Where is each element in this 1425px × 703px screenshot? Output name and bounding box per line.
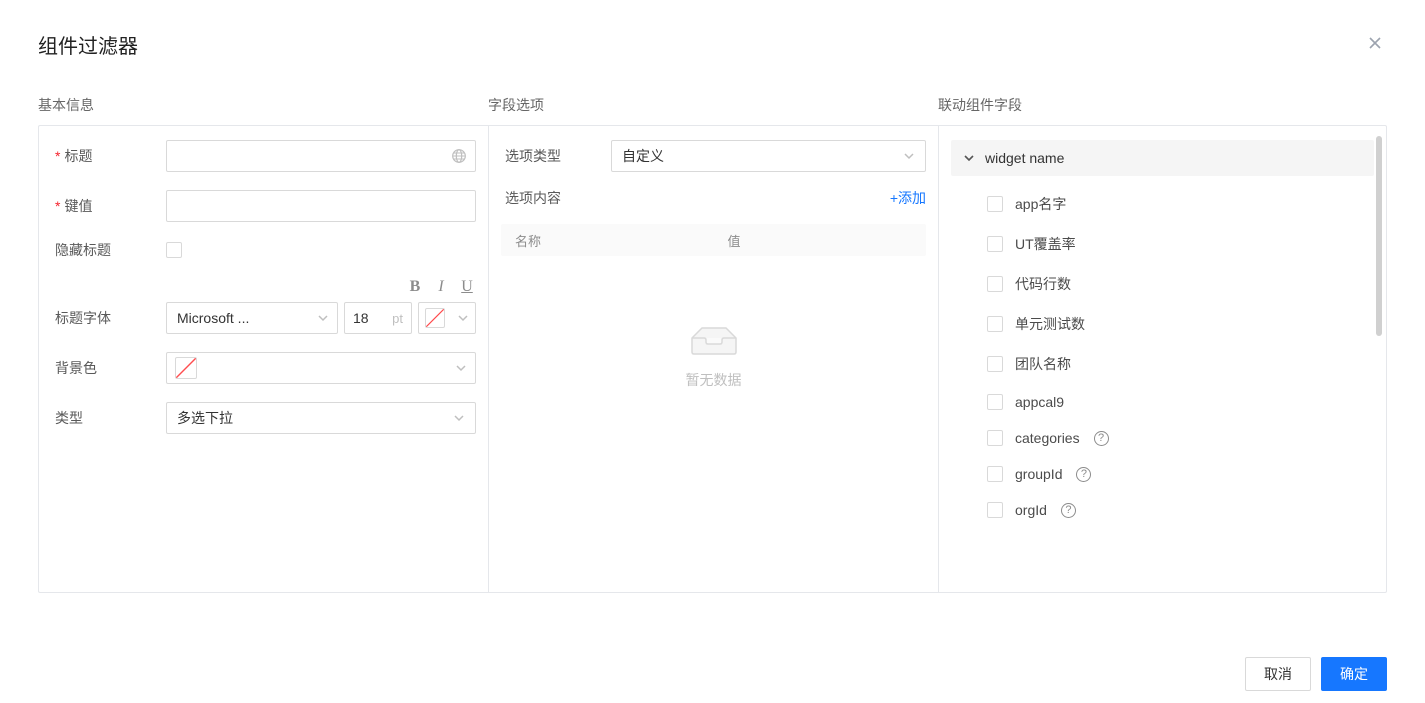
field-label: orgId (1015, 502, 1047, 518)
chevron-down-icon (455, 362, 467, 374)
panel-options: 选项类型 自定义 选项内容 +添加 名称 值 (488, 125, 938, 593)
field-checkbox[interactable] (987, 394, 1003, 410)
chevron-down-icon (457, 312, 469, 324)
key-input[interactable] (166, 190, 476, 222)
font-color-picker[interactable] (418, 302, 476, 334)
linked-group-name: widget name (985, 150, 1064, 166)
field-checkbox[interactable] (987, 236, 1003, 252)
section-basic-title: 基本信息 (38, 95, 488, 115)
field-label: app名字 (1015, 194, 1066, 214)
option-type-select[interactable]: 自定义 (611, 140, 926, 172)
help-icon[interactable]: ? (1076, 467, 1091, 482)
label-hide-title: 隐藏标题 (51, 240, 166, 260)
font-size-input[interactable]: 18 pt (344, 302, 412, 334)
options-empty: 暂无数据 (501, 316, 926, 390)
field-label: categories (1015, 430, 1080, 446)
field-label: groupId (1015, 466, 1062, 482)
linked-field-item[interactable]: 单元测试数 (951, 304, 1374, 344)
italic-button[interactable]: I (432, 278, 450, 296)
linked-field-item[interactable]: groupId? (951, 456, 1374, 492)
field-label: 单元测试数 (1015, 314, 1085, 334)
chevron-down-icon (903, 150, 915, 162)
font-family-select[interactable]: Microsoft ... (166, 302, 338, 334)
label-key: *键值 (51, 196, 166, 216)
linked-field-item[interactable]: 团队名称 (951, 344, 1374, 384)
bold-button[interactable]: B (406, 278, 424, 296)
ok-button[interactable]: 确定 (1321, 657, 1387, 691)
empty-icon (682, 316, 746, 356)
cancel-button[interactable]: 取消 (1245, 657, 1311, 691)
swatch-none-icon (425, 308, 445, 328)
swatch-none-icon (175, 357, 197, 379)
field-label: appcal9 (1015, 394, 1064, 410)
label-option-content: 选项内容 (501, 188, 611, 208)
hide-title-checkbox[interactable] (166, 242, 182, 258)
field-checkbox[interactable] (987, 196, 1003, 212)
help-icon[interactable]: ? (1061, 503, 1076, 518)
panel-basic: *标题 *键值 隐藏标题 (38, 125, 488, 593)
add-option-button[interactable]: +添加 (890, 190, 926, 206)
linked-group-header[interactable]: widget name (951, 140, 1374, 176)
field-label: 团队名称 (1015, 354, 1071, 374)
close-icon[interactable] (1363, 35, 1387, 55)
type-select[interactable]: 多选下拉 (166, 402, 476, 434)
linked-field-item[interactable]: categories? (951, 420, 1374, 456)
bg-color-picker[interactable] (166, 352, 476, 384)
modal-title: 组件过滤器 (38, 30, 138, 59)
linked-field-item[interactable]: app名字 (951, 184, 1374, 224)
col-name: 名称 (501, 231, 714, 250)
chevron-down-icon (317, 312, 329, 324)
label-title: *标题 (51, 146, 166, 166)
options-table-header: 名称 值 (501, 224, 926, 256)
linked-field-item[interactable]: appcal9 (951, 384, 1374, 420)
modal-footer: 取消 确定 (0, 629, 1425, 703)
panels: *标题 *键值 隐藏标题 (0, 125, 1425, 629)
linked-field-item[interactable]: UT覆盖率 (951, 224, 1374, 264)
section-linked-title: 联动组件字段 (938, 95, 1387, 115)
section-options-title: 字段选项 (488, 95, 938, 115)
section-headers: 基本信息 字段选项 联动组件字段 (0, 71, 1425, 125)
field-checkbox[interactable] (987, 356, 1003, 372)
globe-icon[interactable] (451, 148, 467, 164)
label-option-type: 选项类型 (501, 146, 611, 166)
scrollbar-thumb[interactable] (1376, 136, 1382, 336)
font-toolbar: B I U (166, 278, 476, 296)
field-label: 代码行数 (1015, 274, 1071, 294)
underline-button[interactable]: U (458, 278, 476, 296)
title-input[interactable] (166, 140, 476, 172)
field-label: UT覆盖率 (1015, 234, 1076, 254)
empty-text: 暂无数据 (501, 370, 926, 390)
chevron-down-icon (963, 152, 975, 164)
label-font: 标题字体 (51, 308, 166, 328)
panel-linked: widget name app名字 UT覆盖率代码行数单元测试数团队名称 appca… (938, 125, 1387, 593)
field-checkbox[interactable] (987, 276, 1003, 292)
col-value: 值 (714, 231, 927, 250)
label-bg: 背景色 (51, 358, 166, 378)
label-type: 类型 (51, 408, 166, 428)
modal-header: 组件过滤器 (0, 0, 1425, 71)
field-checkbox[interactable] (987, 502, 1003, 518)
linked-field-item[interactable]: orgId? (951, 492, 1374, 528)
field-checkbox[interactable] (987, 316, 1003, 332)
field-checkbox[interactable] (987, 466, 1003, 482)
modal: 组件过滤器 基本信息 字段选项 联动组件字段 *标题 (0, 0, 1425, 703)
field-checkbox[interactable] (987, 430, 1003, 446)
linked-field-item[interactable]: 代码行数 (951, 264, 1374, 304)
chevron-down-icon (453, 412, 465, 424)
help-icon[interactable]: ? (1094, 431, 1109, 446)
